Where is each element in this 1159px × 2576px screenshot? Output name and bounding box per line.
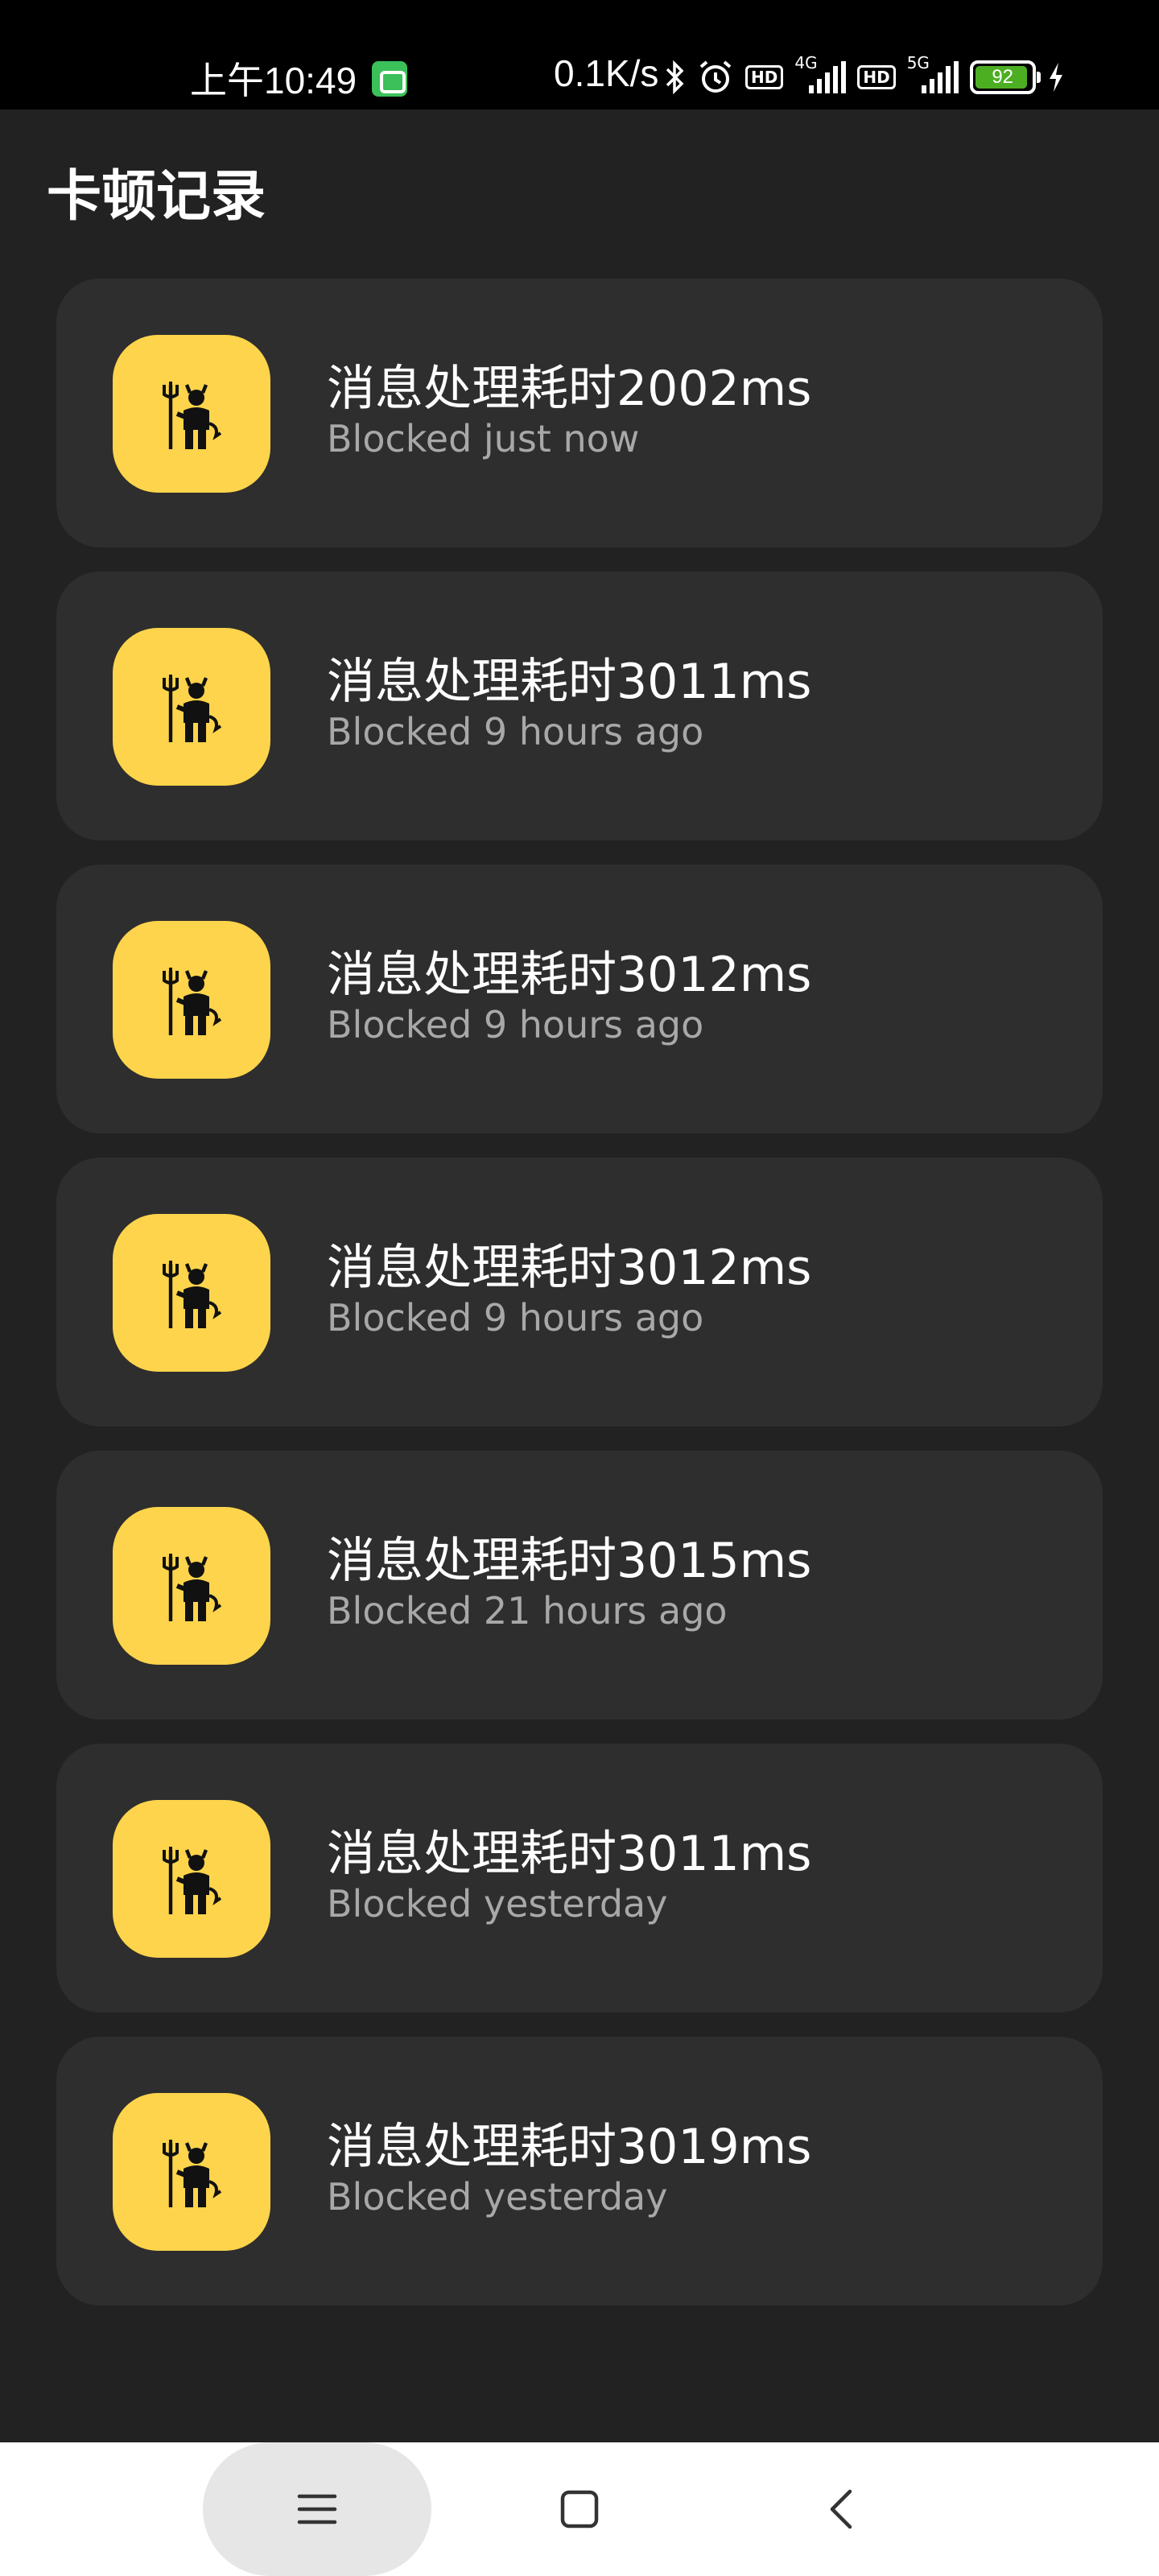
back-button[interactable] — [802, 2469, 882, 2549]
sim2-network-type: 5G — [906, 53, 930, 72]
page-title: 卡顿记录 — [47, 165, 266, 229]
record-title: 消息处理耗时3011ms — [327, 1826, 812, 1882]
sim1-hd-badge: HD — [745, 65, 784, 89]
block-record-item[interactable]: 消息处理耗时3011ms Blocked 9 hours ago — [56, 572, 1103, 840]
record-time: Blocked 9 hours ago — [327, 1003, 704, 1046]
block-record-item[interactable]: 消息处理耗时3019ms Blocked yesterday — [56, 2037, 1103, 2306]
home-button[interactable] — [539, 2469, 620, 2549]
devil-avatar-icon — [113, 628, 270, 786]
status-time: 上午10:49 — [190, 60, 357, 101]
devil-avatar-icon — [113, 335, 270, 493]
menu-icon — [297, 2494, 337, 2524]
charging-icon — [1047, 61, 1065, 93]
record-time: Blocked yesterday — [327, 1882, 668, 1926]
alarm-icon — [697, 59, 734, 96]
block-record-item[interactable]: 消息处理耗时3011ms Blocked yesterday — [56, 1744, 1103, 2013]
app-notification-icon — [372, 61, 407, 97]
home-icon — [560, 2490, 599, 2529]
status-icons: HD 4G HD 5G 92 — [665, 53, 1065, 100]
sim1-network-type: 4G — [794, 53, 818, 72]
record-time: Blocked yesterday — [327, 2175, 668, 2219]
devil-avatar-icon — [113, 1507, 270, 1665]
sim1-signal-icon: 4G — [794, 53, 847, 93]
battery-icon: 92 — [969, 60, 1041, 94]
sim2-signal-icon: 5G — [907, 53, 959, 93]
devil-avatar-icon — [113, 921, 270, 1079]
network-speed: 0.1K/s — [554, 52, 659, 94]
bluetooth-icon — [665, 60, 686, 95]
record-title: 消息处理耗时3019ms — [327, 2119, 812, 2175]
record-title: 消息处理耗时3012ms — [327, 1240, 812, 1296]
record-time: Blocked 21 hours ago — [327, 1589, 728, 1633]
block-record-list: 消息处理耗时2002ms Blocked just now 消息处理耗时3011… — [56, 279, 1103, 2330]
devil-avatar-icon — [113, 1214, 270, 1372]
record-title: 消息处理耗时2002ms — [327, 361, 812, 417]
block-record-item[interactable]: 消息处理耗时3012ms Blocked 9 hours ago — [56, 865, 1103, 1133]
block-record-item[interactable]: 消息处理耗时3012ms Blocked 9 hours ago — [56, 1158, 1103, 1426]
menu-button[interactable] — [203, 2442, 431, 2576]
record-title: 消息处理耗时3011ms — [327, 654, 812, 710]
record-time: Blocked just now — [327, 417, 640, 460]
battery-level: 92 — [992, 66, 1014, 88]
record-time: Blocked 9 hours ago — [327, 710, 704, 753]
status-bar: 上午10:49 0.1K/s HD 4G HD 5G 92 — [0, 0, 1159, 109]
sim2-hd-badge: HD — [857, 65, 896, 89]
record-title: 消息处理耗时3015ms — [327, 1533, 812, 1589]
record-time: Blocked 9 hours ago — [327, 1296, 704, 1340]
devil-avatar-icon — [113, 2093, 270, 2251]
block-record-item[interactable]: 消息处理耗时2002ms Blocked just now — [56, 279, 1103, 547]
navigation-bar — [0, 2442, 1159, 2576]
record-title: 消息处理耗时3012ms — [327, 947, 812, 1003]
devil-avatar-icon — [113, 1800, 270, 1958]
back-icon — [830, 2489, 852, 2529]
block-record-item[interactable]: 消息处理耗时3015ms Blocked 21 hours ago — [56, 1451, 1103, 1719]
